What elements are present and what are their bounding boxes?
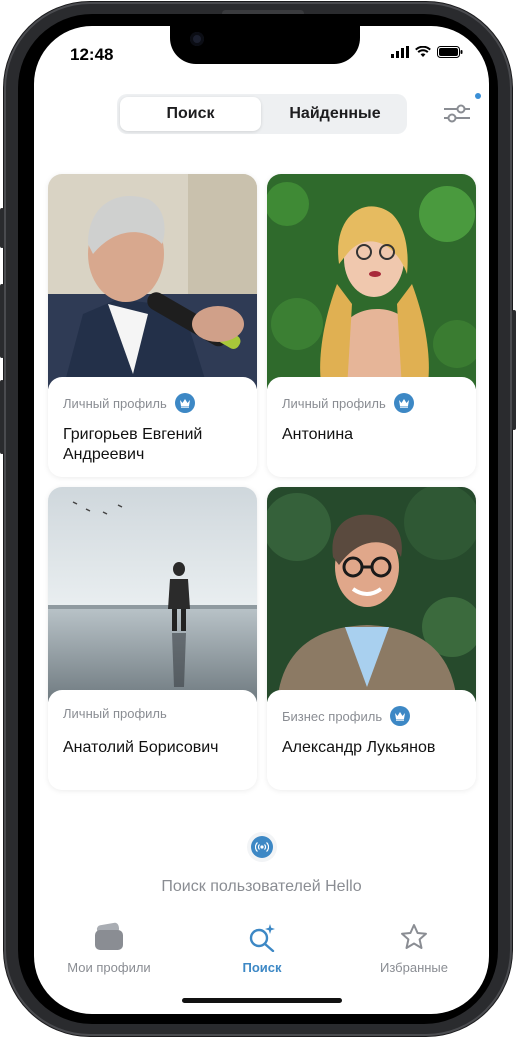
profile-photo — [267, 487, 476, 702]
profile-type: Бизнес профиль — [282, 708, 383, 724]
search-sparkle-icon — [249, 924, 275, 952]
profile-name: Анатолий Борисович — [63, 739, 219, 756]
tab-bar: Мои профили Поиск Избранные — [34, 916, 489, 986]
volume-up-button — [0, 284, 4, 358]
tab-my-profiles[interactable]: Мои профили — [34, 916, 184, 975]
tab-found[interactable]: Найденные — [265, 97, 405, 131]
home-indicator[interactable] — [182, 998, 342, 1003]
profile-card[interactable]: Бизнес профиль Александр Лукьянов — [267, 487, 476, 790]
tab-favorites[interactable]: Избранные — [339, 916, 489, 975]
profile-type-row: Личный профиль — [63, 393, 195, 413]
notch — [170, 26, 360, 64]
profile-name: Григорьев Евгений Андреевич — [63, 426, 203, 463]
hello-search-text: Поиск пользователей Hello — [161, 878, 362, 895]
profiles-icon — [95, 922, 123, 950]
tab-search[interactable]: Поиск — [120, 97, 261, 131]
signal-icon — [391, 46, 409, 58]
camera-icon — [190, 32, 204, 46]
mute-switch — [0, 208, 4, 248]
tab-label: Избранные — [380, 960, 448, 975]
profile-card[interactable]: Личный профиль Антонина — [267, 174, 476, 477]
profile-type: Личный профиль — [63, 706, 167, 721]
profile-type: Личный профиль — [63, 395, 167, 411]
volume-down-button — [0, 380, 4, 454]
screen: 12:48 Поиск Найденные Личный профиль Гри… — [34, 26, 489, 1014]
profile-name: Александр Лукьянов — [282, 739, 436, 756]
profile-info: Личный профиль Григорьев Евгений Андреев… — [48, 377, 257, 477]
profile-name: Антонина — [282, 426, 354, 443]
profile-photo — [48, 487, 257, 702]
profile-type-row: Личный профиль — [282, 393, 414, 413]
hello-icon-inner — [251, 836, 273, 858]
profile-card[interactable]: Личный профиль Анатолий Борисович — [48, 487, 257, 790]
filter-badge-dot — [475, 93, 481, 99]
profile-info: Личный профиль Анатолий Борисович — [48, 690, 257, 790]
crown-icon — [174, 393, 195, 413]
profile-info: Личный профиль Антонина — [267, 377, 476, 477]
crown-icon — [390, 706, 411, 726]
status-icons — [391, 46, 463, 58]
profile-type-row: Бизнес профиль — [282, 706, 411, 726]
tab-search-nav[interactable]: Поиск — [187, 916, 337, 975]
search-segmented-control: Поиск Найденные — [117, 94, 407, 134]
phone-frame: 12:48 Поиск Найденные Личный профиль Гри… — [0, 2, 516, 1036]
wifi-icon — [415, 46, 431, 57]
hello-broadcast-icon[interactable] — [247, 832, 277, 862]
profile-type-row: Личный профиль — [63, 706, 167, 721]
status-time: 12:48 — [70, 45, 114, 64]
star-icon — [401, 924, 427, 949]
tab-label: Мои профили — [67, 960, 151, 975]
battery-icon — [437, 46, 463, 58]
crown-icon — [393, 393, 414, 413]
tab-label: Поиск — [242, 960, 282, 975]
profile-info: Бизнес профиль Александр Лукьянов — [267, 690, 476, 790]
profile-photo — [48, 174, 257, 389]
profile-photo — [267, 174, 476, 389]
filter-icon[interactable] — [442, 102, 472, 124]
profile-card[interactable]: Личный профиль Григорьев Евгений Андреев… — [48, 174, 257, 477]
power-button — [512, 310, 516, 430]
profile-type: Личный профиль — [282, 395, 386, 411]
